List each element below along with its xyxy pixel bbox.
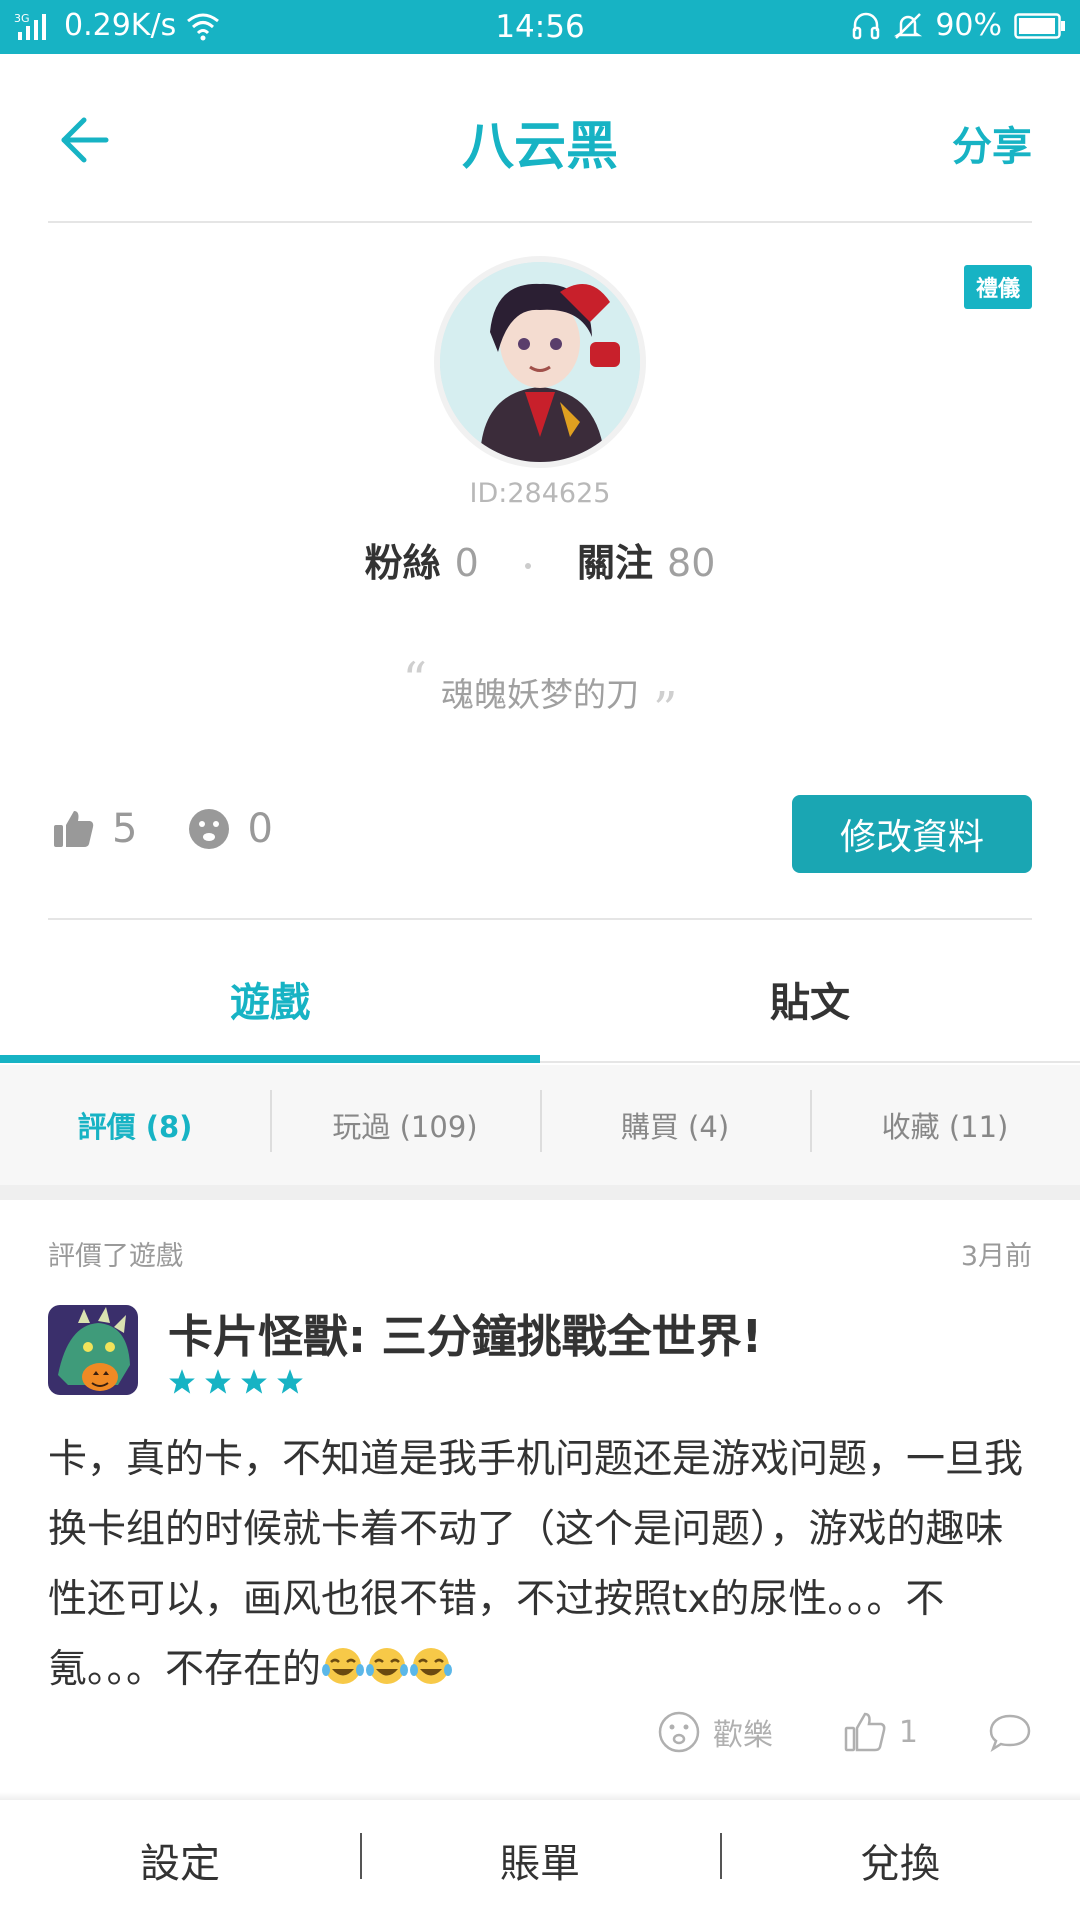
game-icon[interactable] xyxy=(48,1305,138,1395)
fans-count[interactable]: 0 xyxy=(455,541,479,585)
signature-text: 魂魄妖梦的刀 xyxy=(441,675,639,714)
tears-of-joy-emoji-icon xyxy=(410,1648,453,1684)
star-icon xyxy=(169,1369,195,1394)
dislikes-count: 0 xyxy=(247,806,273,852)
dislikes-stat[interactable]: 0 xyxy=(187,806,273,852)
share-button[interactable]: 分享 xyxy=(952,114,1032,172)
comment-button[interactable] xyxy=(988,1712,1032,1752)
follow-count[interactable]: 80 xyxy=(667,541,715,585)
star-rating xyxy=(168,1368,304,1396)
fun-button[interactable]: 歡樂 xyxy=(657,1710,773,1754)
tears-of-joy-emoji-icon xyxy=(322,1648,365,1684)
status-right: 90% xyxy=(851,8,1066,43)
edit-profile-button[interactable]: 修改資料 xyxy=(792,795,1032,873)
header: 八云黑 分享 xyxy=(0,54,1080,222)
sub-tabs: 評價 (8) 玩過 (109) 購買 (4) 收藏 (11) xyxy=(0,1065,1080,1185)
smiley-face-icon xyxy=(189,809,230,849)
smile-outline-icon xyxy=(658,1711,700,1753)
star-icon xyxy=(205,1369,231,1394)
thumbs-up-outline-icon xyxy=(844,1712,886,1752)
review-actions: 歡樂 1 xyxy=(587,1710,1032,1754)
user-id: ID:284625 xyxy=(469,478,611,509)
bottom-nav: 設定 賬單 兌換 xyxy=(0,1800,1080,1920)
nav-bills[interactable]: 賬單 xyxy=(360,1831,720,1889)
nav-redeem[interactable]: 兌換 xyxy=(720,1831,1080,1889)
game-title[interactable]: 卡片怪獸: 三分鐘挑戰全世界! xyxy=(168,1300,762,1365)
headphone-icon xyxy=(853,12,880,39)
review-meta: 評價了遊戲 xyxy=(48,1241,183,1272)
fans-label[interactable]: 粉絲 xyxy=(365,541,441,585)
likes-count: 5 xyxy=(112,806,138,852)
likes-stat[interactable]: 5 xyxy=(52,806,137,852)
follow-stats: 粉絲 0 關注 80 xyxy=(0,532,1080,587)
avatar-image xyxy=(440,262,640,462)
like-count: 1 xyxy=(898,1714,918,1750)
follow-label[interactable]: 關注 xyxy=(577,541,653,585)
comment-bubble-icon xyxy=(989,1714,1031,1752)
emoji-group xyxy=(321,1647,453,1692)
status-bar: 3G 0.29K/s 14:56 90% xyxy=(0,0,1080,54)
avatar[interactable] xyxy=(434,256,646,468)
signature-quote: “ 魂魄妖梦的刀 ” xyxy=(0,652,1080,738)
tears-of-joy-emoji-icon xyxy=(366,1648,409,1684)
review-time: 3月前 xyxy=(960,1241,1032,1272)
battery-icon xyxy=(1014,12,1065,39)
quote-open-mark: “ xyxy=(402,652,427,708)
active-tab-indicator xyxy=(0,1055,540,1063)
subtab-played[interactable]: 玩過 (109) xyxy=(270,1090,540,1152)
page-title: 八云黑 xyxy=(461,117,618,177)
fun-label: 歡樂 xyxy=(712,1718,773,1753)
review-body: 卡，真的卡，不知道是我手机问题还是游戏问题，一旦我换卡组的时候就卡着不动了（这个… xyxy=(48,1437,1024,1692)
game-icon-image xyxy=(48,1305,138,1395)
stats-separator xyxy=(524,562,531,569)
battery-percent: 90% xyxy=(935,8,1002,43)
thumbs-up-icon xyxy=(54,811,94,847)
subtab-favorites[interactable]: 收藏 (11) xyxy=(810,1090,1080,1152)
etiquette-badge[interactable]: 禮儀 xyxy=(963,265,1032,309)
main-tabs: 遊戲 貼文 xyxy=(0,920,1080,1063)
header-divider xyxy=(48,221,1032,223)
review-text: 卡，真的卡，不知道是我手机问题还是游戏问题，一旦我换卡组的时候就卡着不动了（这个… xyxy=(48,1425,1038,1705)
bell-muted-icon xyxy=(894,12,923,39)
nav-settings[interactable]: 設定 xyxy=(0,1831,360,1889)
subtab-reviews[interactable]: 評價 (8) xyxy=(0,1104,270,1146)
tab-posts[interactable]: 貼文 xyxy=(540,970,1080,1028)
tab-games[interactable]: 遊戲 xyxy=(0,970,540,1028)
star-icon xyxy=(241,1369,267,1394)
reaction-counts: 5 0 xyxy=(52,806,323,852)
quote-close-mark: ” xyxy=(653,682,678,738)
star-icon xyxy=(277,1369,303,1394)
bottom-nav-shadow xyxy=(0,1792,1080,1800)
like-button[interactable]: 1 xyxy=(843,1710,918,1754)
section-gap xyxy=(0,1185,1080,1200)
subtab-purchased[interactable]: 購買 (4) xyxy=(540,1090,810,1152)
